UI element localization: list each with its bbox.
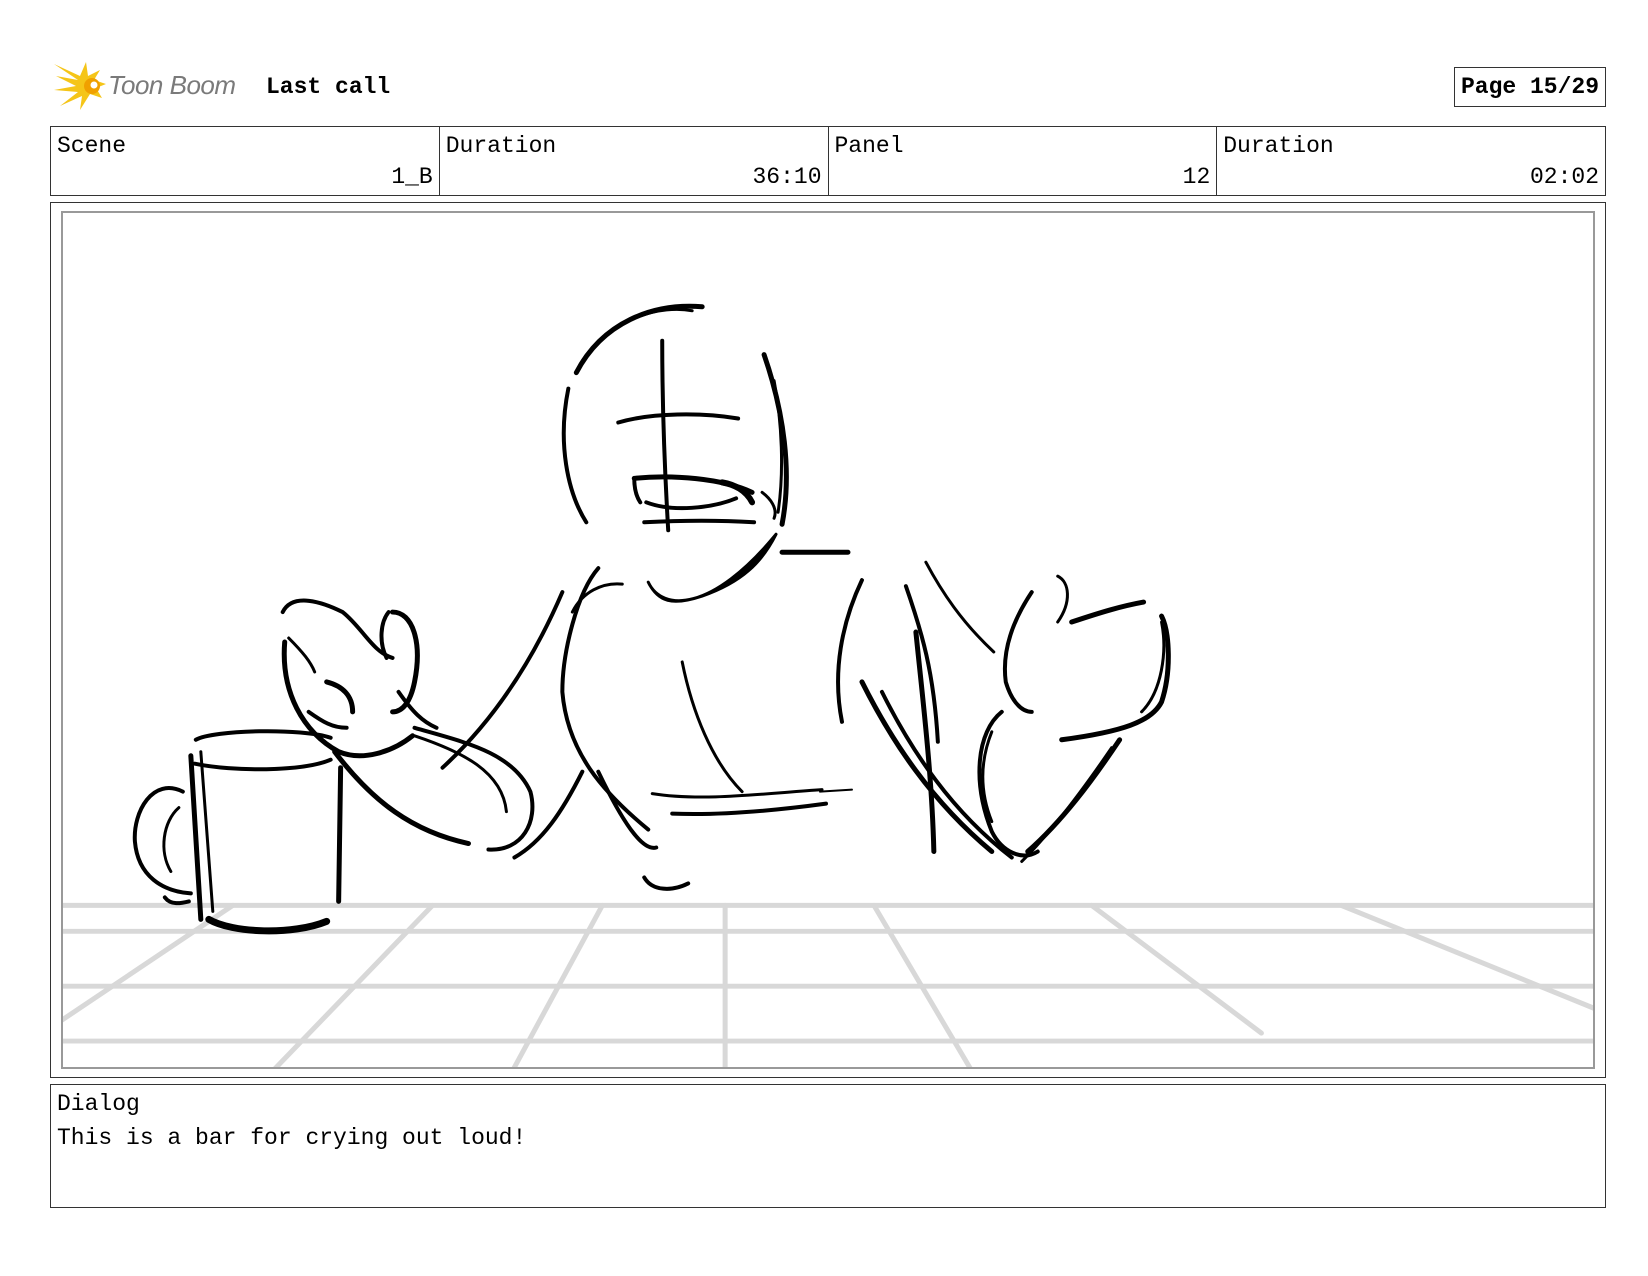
panel-duration-cell: Duration 02:02	[1217, 127, 1605, 195]
panel-value: 12	[1182, 164, 1211, 190]
brand-name: Toon Boom	[108, 70, 236, 100]
scene-duration-cell: Duration 36:10	[440, 127, 829, 195]
dialog-label: Dialog	[57, 1091, 140, 1117]
scene-cell: Scene 1_B	[51, 127, 440, 195]
scene-label: Scene	[57, 133, 127, 159]
mug-sketch	[132, 729, 344, 935]
scene-info-table: Scene 1_B Duration 36:10 Panel 12 Durati…	[50, 126, 1606, 196]
panel-cell: Panel 12	[829, 127, 1218, 195]
scene-value: 1_B	[391, 164, 433, 190]
scene-duration-value: 36:10	[752, 164, 822, 190]
dialog-text: This is a bar for crying out loud!	[57, 1125, 527, 1151]
character-sketch	[280, 303, 1171, 891]
panel-frame	[50, 202, 1606, 1078]
scene-duration-label: Duration	[445, 133, 557, 159]
page-indicator: Page 15/29	[1453, 67, 1606, 107]
dialog-box: Dialog This is a bar for crying out loud…	[50, 1084, 1606, 1208]
storyboard-sketch	[63, 303, 1593, 1067]
panel-label: Panel	[834, 133, 904, 159]
panel-duration-label: Duration	[1223, 133, 1334, 159]
burst-icon	[54, 62, 106, 110]
panel-duration-value: 02:02	[1529, 164, 1599, 190]
project-title: Last call	[266, 74, 391, 100]
panel-image-area	[61, 211, 1595, 1069]
storyboard-header: Toon Boom Last call Page 15/29	[50, 58, 1606, 112]
toon-boom-logo: Toon Boom	[52, 58, 252, 112]
